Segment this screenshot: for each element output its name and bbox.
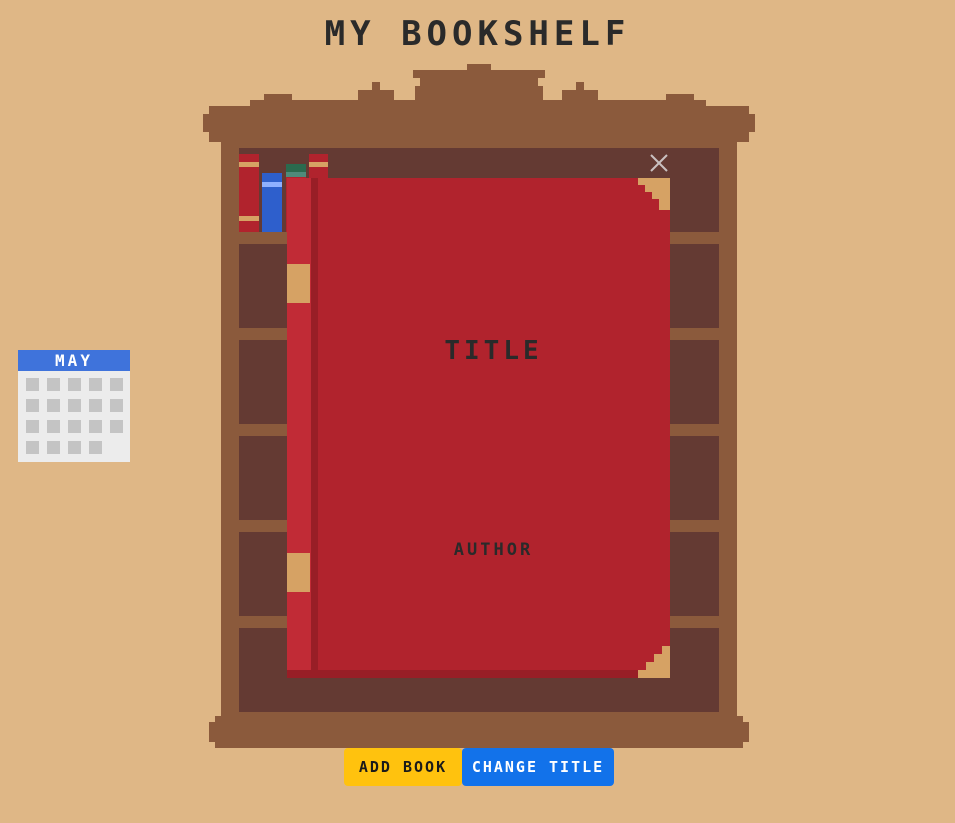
book-band xyxy=(239,216,259,221)
page-title: MY BOOKSHELF xyxy=(324,14,631,54)
calendar-day[interactable] xyxy=(26,378,39,391)
calendar-day[interactable] xyxy=(110,399,123,412)
book-cover xyxy=(287,178,670,678)
calendar-widget[interactable]: MAY xyxy=(18,350,130,462)
calendar-day[interactable] xyxy=(89,399,102,412)
calendar-day[interactable] xyxy=(68,420,81,433)
add-book-button[interactable]: ADD BOOK xyxy=(344,748,462,786)
close-icon[interactable] xyxy=(648,152,670,174)
book-author[interactable]: AUTHOR xyxy=(287,540,700,560)
book-spine-line xyxy=(311,178,318,678)
book-band xyxy=(262,182,282,187)
calendar-day[interactable] xyxy=(47,399,60,412)
calendar-day[interactable] xyxy=(26,441,39,454)
calendar-day[interactable] xyxy=(47,420,60,433)
book-band xyxy=(286,172,306,177)
calendar-day[interactable] xyxy=(68,378,81,391)
calendar-day[interactable] xyxy=(26,420,39,433)
calendar-day[interactable] xyxy=(110,378,123,391)
book-spine[interactable] xyxy=(262,173,282,232)
calendar-day[interactable] xyxy=(68,399,81,412)
book-spine-band xyxy=(287,264,310,303)
book-title[interactable]: TITLE xyxy=(287,336,700,366)
calendar-day[interactable] xyxy=(110,420,123,433)
top-cornice xyxy=(209,106,749,114)
calendar-day[interactable] xyxy=(89,378,102,391)
calendar-day[interactable] xyxy=(47,378,60,391)
close-icon-glyph xyxy=(650,154,668,172)
book-bottom-edge xyxy=(287,670,670,678)
book-spine[interactable] xyxy=(239,154,259,232)
change-title-button[interactable]: CHANGE TITLE xyxy=(462,748,614,786)
crown-ornament xyxy=(413,70,545,78)
calendar-day[interactable] xyxy=(89,420,102,433)
calendar-day[interactable] xyxy=(47,441,60,454)
calendar-day[interactable] xyxy=(26,399,39,412)
book-band xyxy=(309,162,328,167)
calendar-day[interactable] xyxy=(89,441,102,454)
cabinet-base xyxy=(209,722,749,742)
book-top xyxy=(286,164,306,172)
top-cornice xyxy=(203,114,755,132)
crown-ornament xyxy=(420,78,538,86)
calendar-month: MAY xyxy=(18,350,130,371)
book-band xyxy=(239,162,259,167)
calendar-day[interactable] xyxy=(68,441,81,454)
